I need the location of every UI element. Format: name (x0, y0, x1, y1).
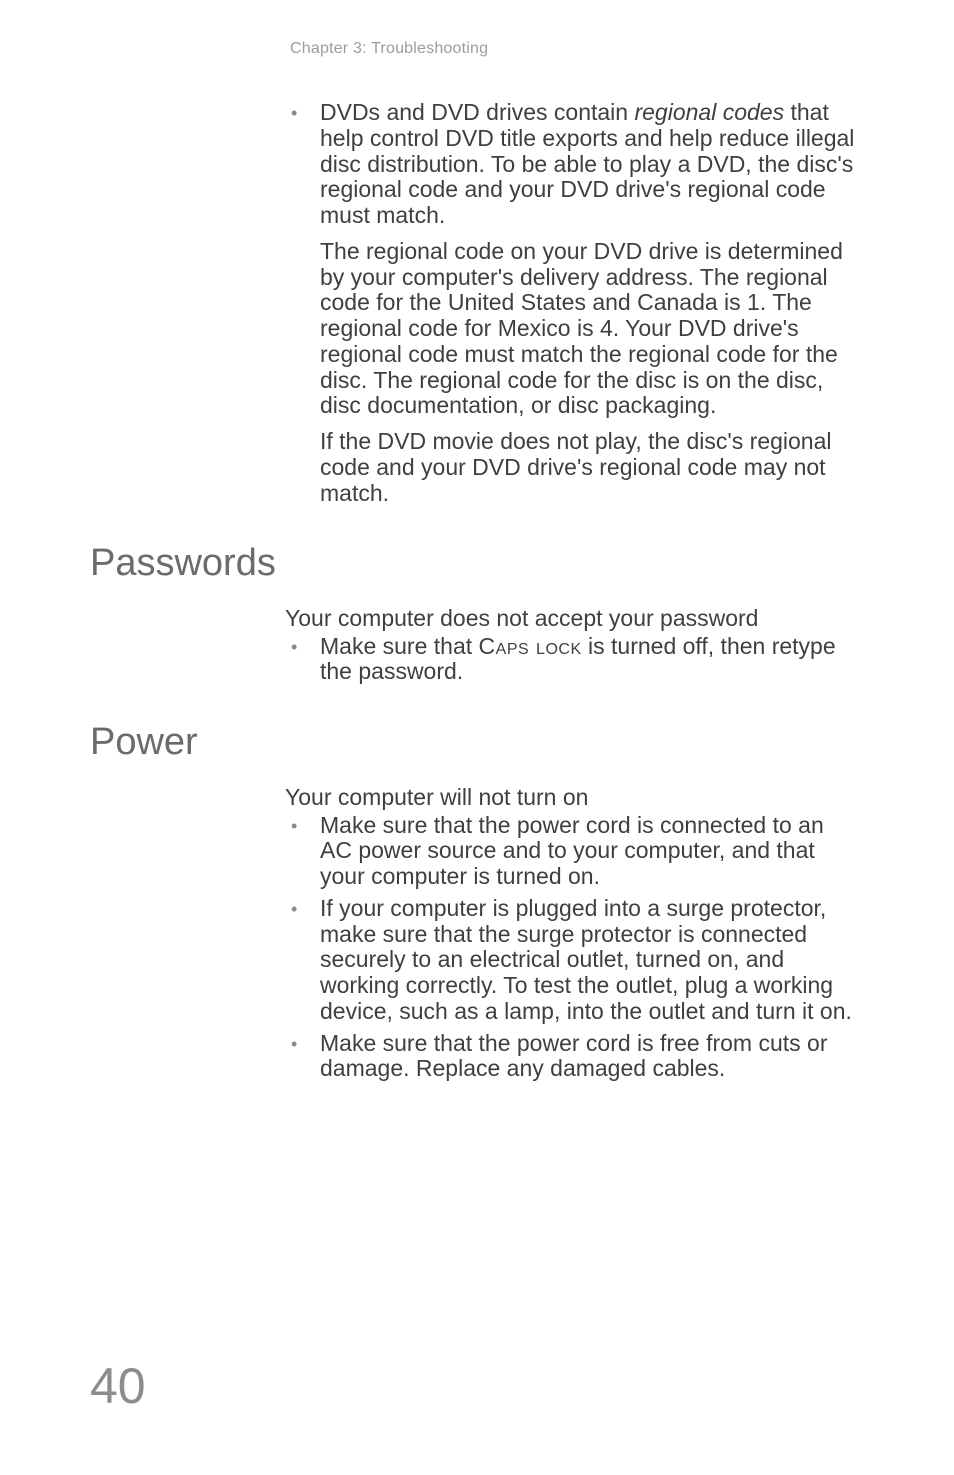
dvd-regional-para-2: If the DVD movie does not play, the disc… (320, 429, 860, 506)
caps-lock-text: Caps lock (479, 633, 582, 659)
page-number: 40 (90, 1357, 146, 1415)
list-item: If your computer is plugged into a surge… (285, 896, 860, 1025)
power-subheading: Your computer will not turn on (285, 784, 860, 810)
running-header: Chapter 3: Troubleshooting (290, 40, 864, 58)
dvd-regional-text: DVDs and DVD drives contain regional cod… (320, 99, 854, 228)
passwords-heading: Passwords (90, 542, 864, 585)
power-heading: Power (90, 721, 864, 764)
dvd-bullet-list: DVDs and DVD drives contain regional cod… (285, 100, 860, 229)
dvd-regional-para-1: The regional code on your DVD drive is d… (320, 239, 860, 419)
power-bullet-1: Make sure that the power cord is connect… (320, 812, 824, 890)
passwords-subheading: Your computer does not accept your passw… (285, 605, 860, 631)
passwords-bullet-list: Make sure that Caps lock is turned off, … (285, 634, 860, 686)
power-bullet-3: Make sure that the power cord is free fr… (320, 1030, 827, 1082)
list-item: Make sure that the power cord is connect… (285, 813, 860, 890)
list-item: DVDs and DVD drives contain regional cod… (285, 100, 860, 229)
italic-regional-codes: regional codes (634, 99, 784, 125)
passwords-block: Your computer does not accept your passw… (285, 605, 860, 685)
dvd-regional-block: DVDs and DVD drives contain regional cod… (285, 100, 860, 506)
power-block: Your computer will not turn on Make sure… (285, 784, 860, 1082)
list-item: Make sure that the power cord is free fr… (285, 1031, 860, 1083)
text-fragment: DVDs and DVD drives contain (320, 99, 634, 125)
passwords-bullet-text: Make sure that Caps lock is turned off, … (320, 633, 836, 685)
power-bullet-list: Make sure that the power cord is connect… (285, 813, 860, 1083)
list-item: Make sure that Caps lock is turned off, … (285, 634, 860, 686)
text-fragment: Make sure that (320, 633, 479, 659)
power-bullet-2: If your computer is plugged into a surge… (320, 895, 852, 1024)
page: Chapter 3: Troubleshooting DVDs and DVD … (0, 0, 954, 1475)
